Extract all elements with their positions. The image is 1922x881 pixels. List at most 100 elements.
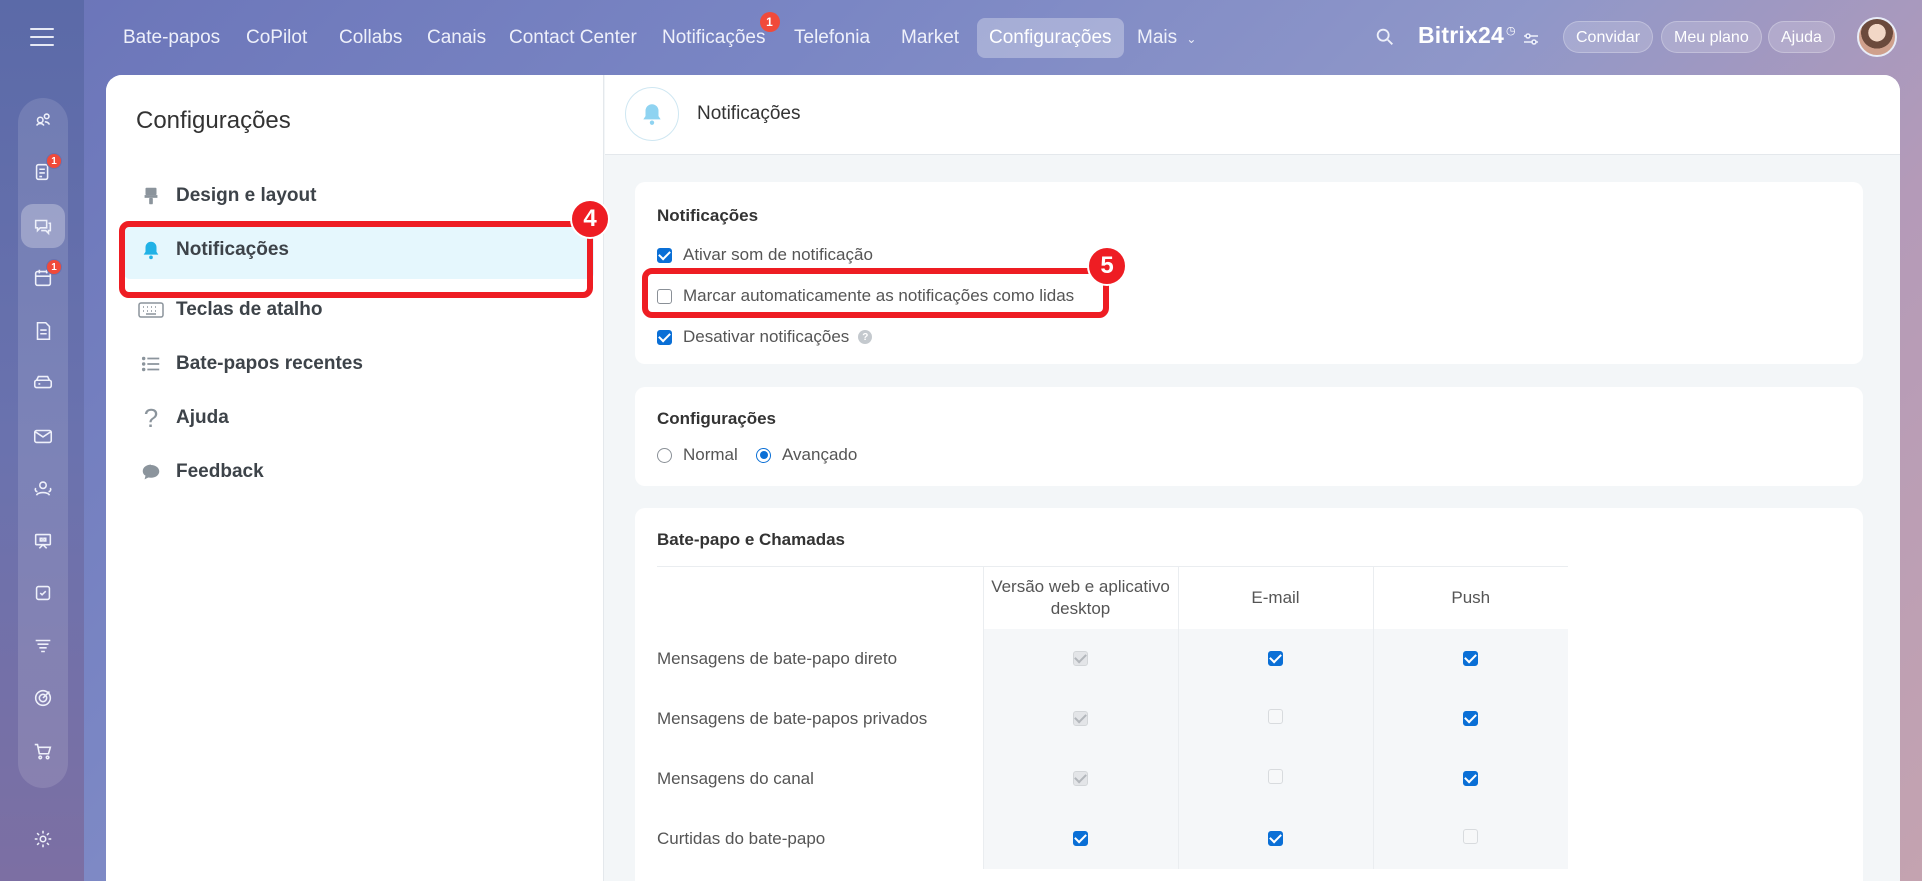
help-icon[interactable]: ? xyxy=(858,330,873,344)
table-cell xyxy=(1372,628,1568,689)
row-label: Mensagens do canal xyxy=(657,768,814,788)
sidebar-item-shortcuts[interactable]: Teclas de atalho xyxy=(124,279,594,341)
board-rail-icon[interactable] xyxy=(21,519,65,563)
left-rail: 1 1 xyxy=(0,0,84,881)
table-row: Mensagens de bate-papos privados xyxy=(657,688,1568,749)
contacts-rail-icon[interactable] xyxy=(21,466,65,510)
table-cell xyxy=(982,748,1178,809)
search-icon[interactable] xyxy=(1374,26,1398,50)
messenger-rail-icon[interactable] xyxy=(21,204,65,248)
brand-logo[interactable]: Bitrix24 ◷ xyxy=(1418,22,1516,49)
option-disable-label: Desativar notificações xyxy=(683,327,850,346)
sidebar-item-help[interactable]: ? Ajuda xyxy=(124,387,594,449)
feed-rail-icon[interactable]: 1 xyxy=(21,150,65,194)
column-header-web: Versão web e aplicativo desktop xyxy=(982,566,1178,629)
email-checkbox[interactable] xyxy=(1268,830,1283,846)
avatar[interactable] xyxy=(1857,17,1897,57)
help-button[interactable]: Ajuda xyxy=(1768,21,1835,53)
table-row: Mensagens de bate-papo direto xyxy=(657,628,1568,689)
menu-icon[interactable] xyxy=(30,28,54,46)
notification-channels-table: Versão web e aplicativo desktop E-mail P… xyxy=(657,566,1568,869)
advanced-radio[interactable] xyxy=(756,447,771,463)
sliders-icon[interactable] xyxy=(1522,31,1540,47)
topnav-copilot[interactable]: CoPilot xyxy=(234,18,319,58)
cart-rail-icon[interactable] xyxy=(21,729,65,773)
table-row: Mensagens do canal xyxy=(657,748,1568,809)
disable-checkbox[interactable] xyxy=(657,329,672,345)
chat-card-title: Bate-papo e Chamadas xyxy=(657,530,845,549)
step-badge-5: 5 xyxy=(1087,246,1127,286)
sound-checkbox[interactable] xyxy=(657,247,672,263)
target-rail-icon[interactable] xyxy=(21,676,65,720)
row-label: Curtidas do bate-papo xyxy=(657,828,826,848)
topnav-market[interactable]: Market xyxy=(889,18,971,58)
chevron-down-icon: ⌄ xyxy=(1186,32,1197,46)
settings-gear-icon[interactable] xyxy=(21,817,65,861)
chat-calls-card: Bate-papo e Chamadas Versão web e aplica… xyxy=(635,508,1863,881)
topnav-contact-center[interactable]: Contact Center xyxy=(497,18,649,58)
table-cell xyxy=(1177,688,1373,749)
sidebar-item-label: Bate-papos recentes xyxy=(176,353,363,374)
option-auto-read[interactable]: Marcar automaticamente as notificações c… xyxy=(657,286,1074,306)
sidebar-title: Configurações xyxy=(136,107,291,134)
sidebar-item-label: Ajuda xyxy=(176,407,229,428)
copilot-rail-icon[interactable] xyxy=(21,98,65,142)
chat-bubble-icon xyxy=(138,460,164,484)
sidebar-item-feedback[interactable]: Feedback xyxy=(124,441,594,503)
topnav-chats[interactable]: Bate-papos xyxy=(111,18,232,58)
table-cell xyxy=(982,808,1178,869)
sidebar-item-design[interactable]: Design e layout xyxy=(124,165,594,227)
topnav-settings[interactable]: Configurações xyxy=(977,18,1124,58)
mode-normal[interactable]: Normal xyxy=(657,445,738,465)
normal-radio[interactable] xyxy=(657,447,672,463)
question-icon: ? xyxy=(143,402,159,433)
column-header-push: Push xyxy=(1372,566,1568,629)
bell-icon xyxy=(625,87,679,141)
topnav-notifications[interactable]: Notificações 1 xyxy=(650,12,780,58)
sidebar-item-recent-chats[interactable]: Bate-papos recentes xyxy=(124,333,594,395)
topnav-more[interactable]: Mais ⌄ xyxy=(1125,18,1208,58)
mode-advanced[interactable]: Avançado xyxy=(756,445,857,465)
invite-button[interactable]: Convidar xyxy=(1563,21,1654,53)
push-checkbox[interactable] xyxy=(1463,650,1479,666)
drive-rail-icon[interactable] xyxy=(21,361,65,405)
topnav-collabs[interactable]: Collabs xyxy=(327,18,414,58)
bell-icon xyxy=(138,238,164,262)
option-disable[interactable]: Desativar notificações ? xyxy=(657,327,873,347)
table-cell xyxy=(1372,808,1568,869)
sidebar-item-notifications[interactable]: Notificações xyxy=(124,221,594,279)
document-rail-icon[interactable] xyxy=(21,309,65,353)
table-cell xyxy=(1177,628,1373,689)
sidebar-item-label: Design e layout xyxy=(176,185,317,206)
push-checkbox[interactable] xyxy=(1463,770,1479,786)
email-checkbox[interactable] xyxy=(1268,650,1283,666)
settings-panel: Configurações Design e layout Notificaçõ… xyxy=(106,75,1900,881)
keyboard-icon xyxy=(138,298,164,322)
table-cell xyxy=(1372,748,1568,809)
content-header: Notificações xyxy=(605,75,1900,155)
topnav-more-label: Mais xyxy=(1137,27,1178,48)
topnav-channels[interactable]: Canais xyxy=(415,18,498,58)
calendar-rail-icon[interactable]: 1 xyxy=(21,256,65,300)
web-checkbox[interactable] xyxy=(1073,830,1088,846)
tasks-rail-icon[interactable] xyxy=(21,571,65,615)
filter-rail-icon[interactable] xyxy=(21,624,65,668)
table-header-row: Versão web e aplicativo desktop E-mail P… xyxy=(657,566,1568,629)
my-plan-button[interactable]: Meu plano xyxy=(1661,21,1762,53)
mail-rail-icon[interactable] xyxy=(21,414,65,458)
sidebar-item-label: Feedback xyxy=(176,461,264,482)
table-cell xyxy=(982,628,1178,689)
clock-icon: ◷ xyxy=(1505,25,1516,38)
web-checkbox xyxy=(1073,650,1088,666)
settings-mode-card: Configurações Normal Avançado xyxy=(635,387,1863,486)
topnav-telephony[interactable]: Telefonia xyxy=(782,18,882,58)
push-checkbox[interactable] xyxy=(1463,710,1479,726)
table-cell xyxy=(1372,688,1568,749)
email-checkbox xyxy=(1268,768,1283,784)
sidebar-item-label: Teclas de atalho xyxy=(176,299,323,320)
rail-badge: 1 xyxy=(46,259,62,275)
table-cell xyxy=(1177,808,1373,869)
auto-read-checkbox[interactable] xyxy=(657,288,672,304)
table-cell xyxy=(982,688,1178,749)
option-sound[interactable]: Ativar som de notificação xyxy=(657,245,873,265)
